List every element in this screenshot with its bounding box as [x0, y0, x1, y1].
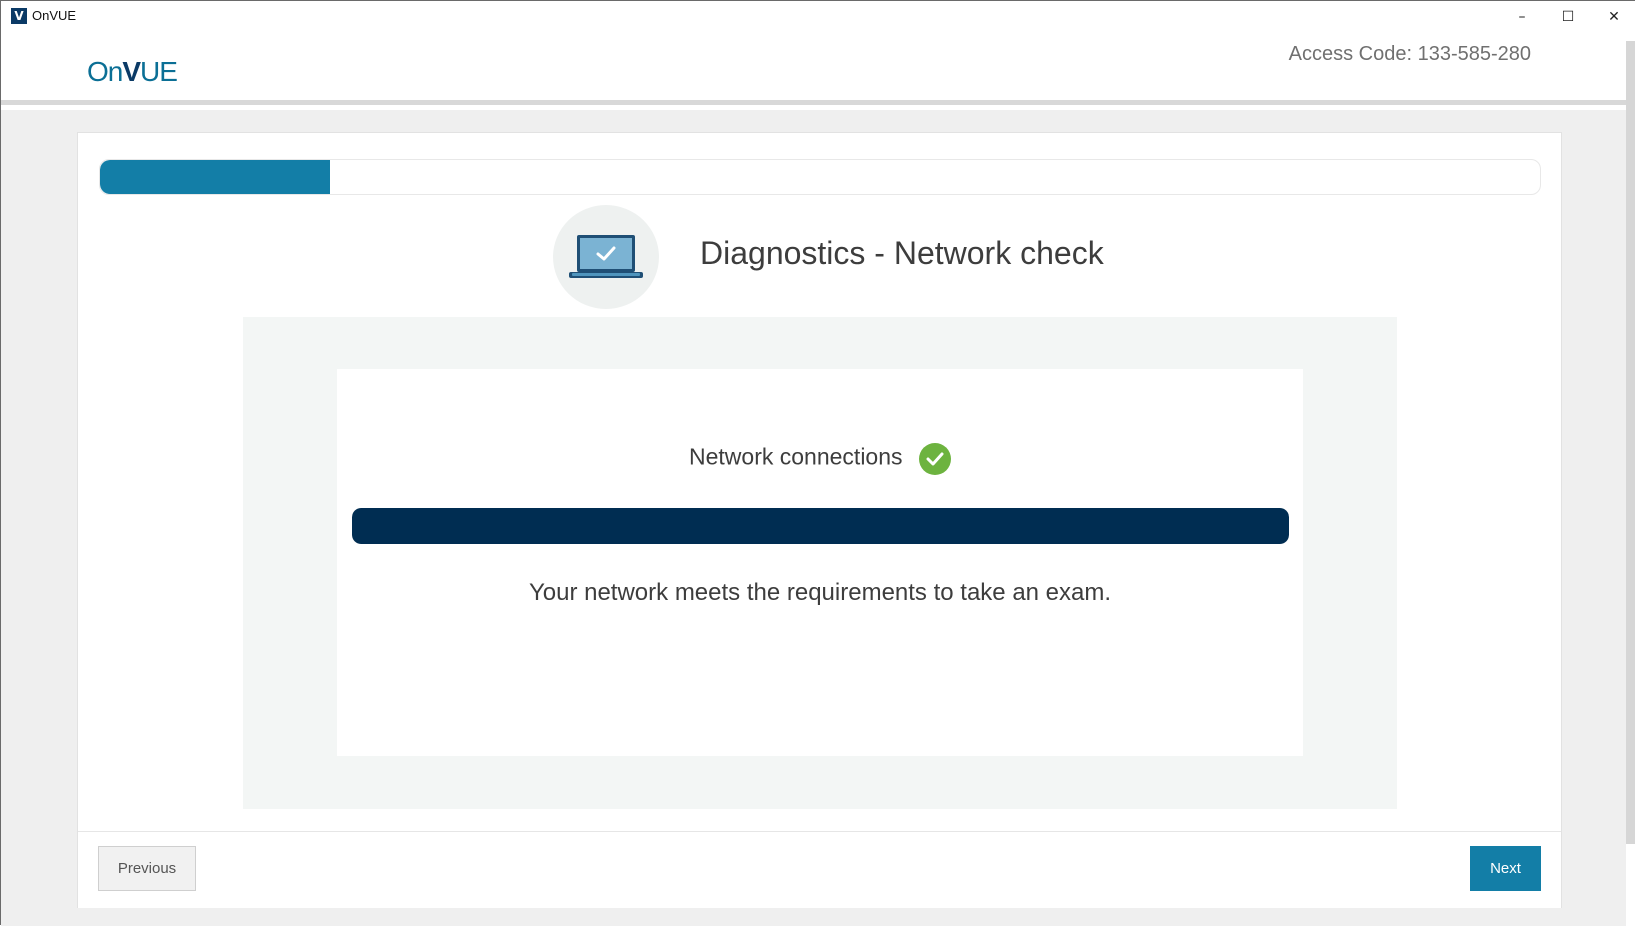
app-header: OnVUE Access Code: 133-585-280 [1, 33, 1626, 105]
onvue-logo: OnVUE [87, 55, 178, 89]
network-connections-row: Network connections [337, 441, 1303, 475]
content-stage: Diagnostics - Network check Network conn… [1, 110, 1626, 926]
network-check-box: Network connections Your network meets t… [337, 369, 1303, 756]
diagnostics-card: Diagnostics - Network check Network conn… [77, 132, 1562, 908]
app-window: V OnVUE – ☐ ✕ OnVUE Access Code: 133-585… [0, 0, 1635, 926]
logo-suffix: UE [140, 56, 178, 87]
page-title: Diagnostics - Network check [700, 235, 1104, 271]
page-hero: Diagnostics - Network check [553, 205, 1104, 309]
wizard-progress-bar [99, 159, 1541, 195]
title-bar[interactable]: V OnVUE – ☐ ✕ [1, 1, 1635, 33]
close-button[interactable]: ✕ [1591, 1, 1635, 33]
network-connections-label: Network connections [689, 443, 903, 470]
next-button[interactable]: Next [1470, 846, 1541, 891]
previous-button[interactable]: Previous [98, 846, 196, 891]
network-progress-bar [352, 508, 1289, 544]
access-code: Access Code: 133-585-280 [1288, 43, 1531, 65]
logo-prefix: On [87, 56, 123, 87]
network-check-panel: Network connections Your network meets t… [243, 317, 1397, 809]
wizard-footer: Previous Next [78, 831, 1561, 908]
icon-circle [553, 205, 659, 309]
onvue-app-icon: V [11, 8, 27, 24]
window-title: OnVUE [32, 8, 77, 23]
minimize-button[interactable]: – [1499, 1, 1545, 33]
laptop-check-icon [569, 235, 643, 278]
maximize-button[interactable]: ☐ [1545, 1, 1591, 33]
check-circle-icon [918, 443, 951, 475]
wizard-progress-fill [100, 160, 331, 194]
logo-v: V [122, 56, 141, 87]
network-result-message: Your network meets the requirements to t… [528, 579, 1112, 606]
network-progress-fill [352, 508, 1289, 544]
scrollbar[interactable] [1626, 41, 1635, 844]
